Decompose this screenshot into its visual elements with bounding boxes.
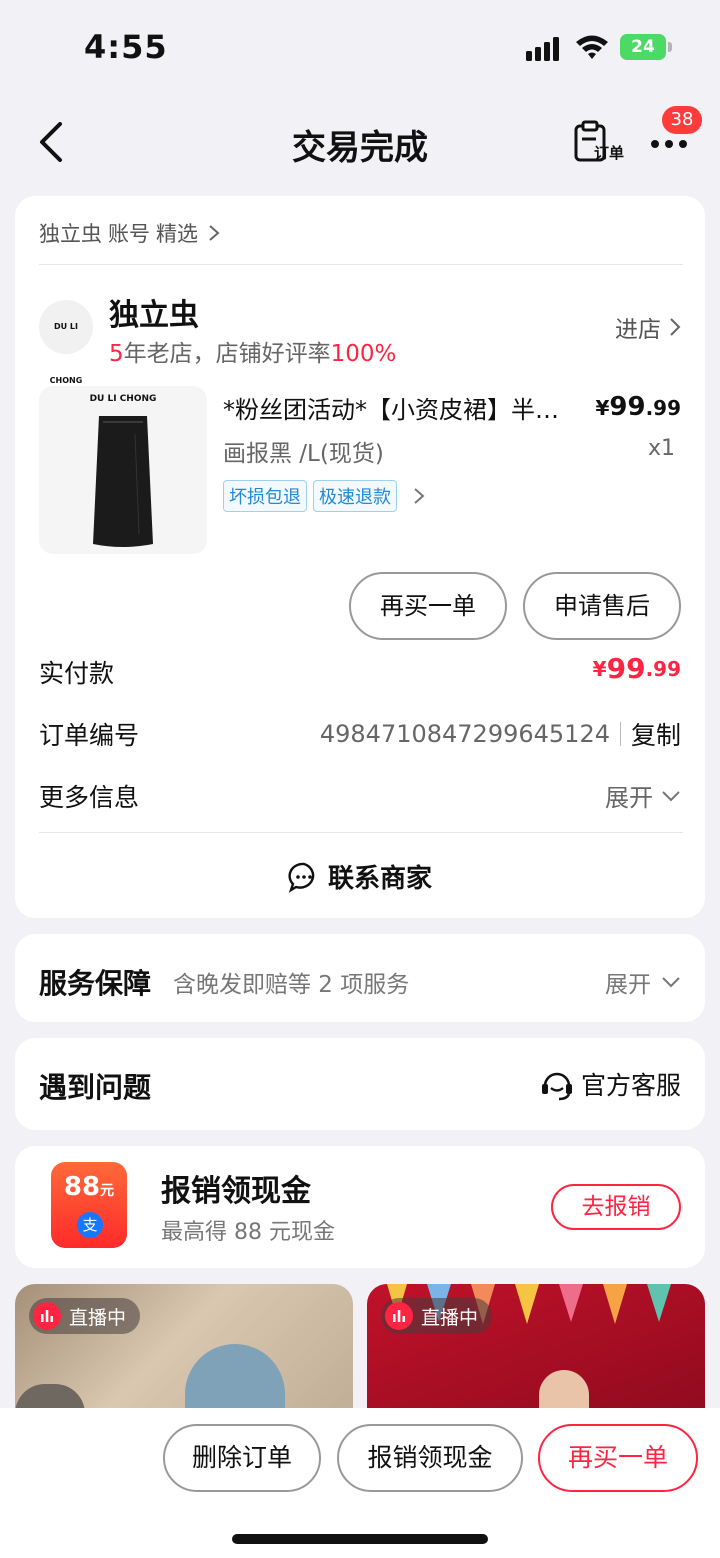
separator xyxy=(619,722,621,746)
shop-logo[interactable]: DU LI CHONG xyxy=(39,300,93,385)
product-spec: 画报黑 /L(现货) xyxy=(223,441,384,467)
live-badge-label: 直播中 xyxy=(421,1306,479,1329)
divider xyxy=(39,832,683,833)
headset-icon xyxy=(541,1072,572,1101)
contact-seller-button[interactable]: 联系商家 xyxy=(15,858,705,895)
status-bar: 4:55 24 xyxy=(0,0,720,96)
paid-symbol: ¥ xyxy=(592,656,607,681)
customer-service-label: 官方客服 xyxy=(580,1071,681,1100)
price-int: 99 xyxy=(609,392,646,422)
wifi-icon xyxy=(576,35,608,59)
skirt-image xyxy=(93,416,153,547)
breadcrumb-item: 精选 xyxy=(156,222,198,246)
problem-title: 遇到问题 xyxy=(39,1071,152,1104)
battery-level: 24 xyxy=(620,34,666,60)
breadcrumb[interactable]: 独立虫 账号 精选 xyxy=(39,218,220,248)
shop-rating: 100% xyxy=(330,341,397,367)
nav-bar: 交易完成 订单 38 xyxy=(0,96,720,188)
chat-icon xyxy=(288,862,315,893)
paid-dec: .99 xyxy=(645,656,681,681)
status-time: 4:55 xyxy=(84,28,168,66)
cashback-subtitle: 最高得 88 元现金 xyxy=(161,1220,335,1245)
chevron-down-icon xyxy=(662,977,680,988)
live-bars-icon xyxy=(41,1310,53,1322)
cashback-icon: 88元 支 xyxy=(51,1162,127,1248)
chevron-down-icon xyxy=(662,790,680,801)
order-number: 4984710847299645124 xyxy=(319,720,610,748)
breadcrumb-item: 账号 xyxy=(108,222,150,246)
cashback-icon-amount: 88元 xyxy=(51,1172,127,1202)
cashback-title: 报销领现金 xyxy=(161,1174,311,1209)
service-guarantee-card[interactable]: 服务保障 含晚发即赔等 2 项服务 展开 xyxy=(15,934,705,1022)
tag-fast-refund: 极速退款 xyxy=(313,480,397,512)
cashback-button[interactable]: 报销领现金 xyxy=(337,1424,523,1492)
breadcrumb-item: 独立虫 xyxy=(39,222,102,246)
alipay-icon: 支 xyxy=(77,1212,103,1238)
paid-int: 99 xyxy=(606,652,646,685)
shop-subtitle: 5年老店，店铺好评率100% xyxy=(109,334,396,368)
delete-order-button[interactable]: 删除订单 xyxy=(163,1424,321,1492)
rebuy-button[interactable]: 再买一单 xyxy=(349,572,507,640)
product-brand-text: DU LI CHONG xyxy=(89,394,157,404)
cashback-icon-number: 88 xyxy=(63,1172,101,1202)
price-symbol: ¥ xyxy=(595,396,610,420)
shop-years-suffix: 年老店，店铺好评率 xyxy=(123,341,331,367)
cashback-icon-unit: 元 xyxy=(100,1183,115,1199)
product-price: ¥99.99 xyxy=(595,392,681,422)
order-number-label: 订单编号 xyxy=(39,721,140,750)
enter-shop-label: 进店 xyxy=(615,317,661,343)
chevron-right-icon xyxy=(414,488,425,504)
service-tags[interactable]: 坏损包退 极速退款 xyxy=(223,480,425,512)
tag-damage-return: 坏损包退 xyxy=(223,480,307,512)
order-number-row: 4984710847299645124 复制 xyxy=(320,716,681,752)
claim-cashback-button[interactable]: 去报销 xyxy=(551,1184,681,1230)
product-image[interactable]: DU LI CHONG xyxy=(39,386,207,554)
live-stream-card[interactable]: 直播中 xyxy=(15,1284,353,1424)
product-quantity: x1 xyxy=(647,436,675,461)
live-badge: 直播中 xyxy=(381,1298,493,1334)
service-expand-label: 展开 xyxy=(605,972,651,998)
order-card: 独立虫 账号 精选 DU LI CHONG 独立虫 5年老店，店铺好评率100%… xyxy=(15,196,705,918)
cashback-card: 88元 支 报销领现金 最高得 88 元现金 去报销 xyxy=(15,1146,705,1268)
live-badge: 直播中 xyxy=(29,1298,141,1334)
orders-button[interactable]: 订单 xyxy=(572,120,632,170)
buy-again-button[interactable]: 再买一单 xyxy=(538,1424,698,1492)
signal-icon xyxy=(526,37,559,61)
contact-seller-label: 联系商家 xyxy=(327,864,432,894)
home-indicator[interactable] xyxy=(232,1534,488,1544)
paid-label: 实付款 xyxy=(39,659,115,688)
copy-button[interactable]: 复制 xyxy=(631,716,681,752)
live-badge-label: 直播中 xyxy=(69,1306,127,1329)
after-sale-button[interactable]: 申请售后 xyxy=(523,572,681,640)
service-expand[interactable]: 展开 xyxy=(605,965,681,999)
expand-label: 展开 xyxy=(605,784,653,812)
more-info-expand[interactable]: 展开 xyxy=(605,778,681,813)
chevron-right-icon xyxy=(209,225,220,241)
live-bars-icon xyxy=(393,1310,405,1322)
live-stream-card[interactable]: 直播中 xyxy=(367,1284,705,1424)
problem-card: 遇到问题 官方客服 xyxy=(15,1038,705,1130)
shop-years: 5 xyxy=(109,341,124,367)
service-description: 含晚发即赔等 2 项服务 xyxy=(173,972,410,998)
shop-name[interactable]: 独立虫 xyxy=(109,290,199,334)
customer-service-button[interactable]: 官方客服 xyxy=(539,1066,681,1102)
divider xyxy=(39,264,683,265)
more-info-label: 更多信息 xyxy=(39,783,140,812)
price-dec: .99 xyxy=(645,396,681,420)
battery-icon: 24 xyxy=(620,34,672,60)
orders-label: 订单 xyxy=(594,144,625,162)
paid-amount: ¥99.99 xyxy=(593,652,681,685)
notification-badge: 38 xyxy=(662,106,702,134)
enter-shop-link[interactable]: 进店 xyxy=(615,310,681,344)
chevron-right-icon xyxy=(670,318,681,336)
product-title[interactable]: *粉丝团活动*【小资皮裙】半身裙 xyxy=(223,390,563,425)
bottom-action-bar: 删除订单 报销领现金 再买一单 xyxy=(0,1408,720,1558)
service-title: 服务保障 xyxy=(39,967,152,1000)
